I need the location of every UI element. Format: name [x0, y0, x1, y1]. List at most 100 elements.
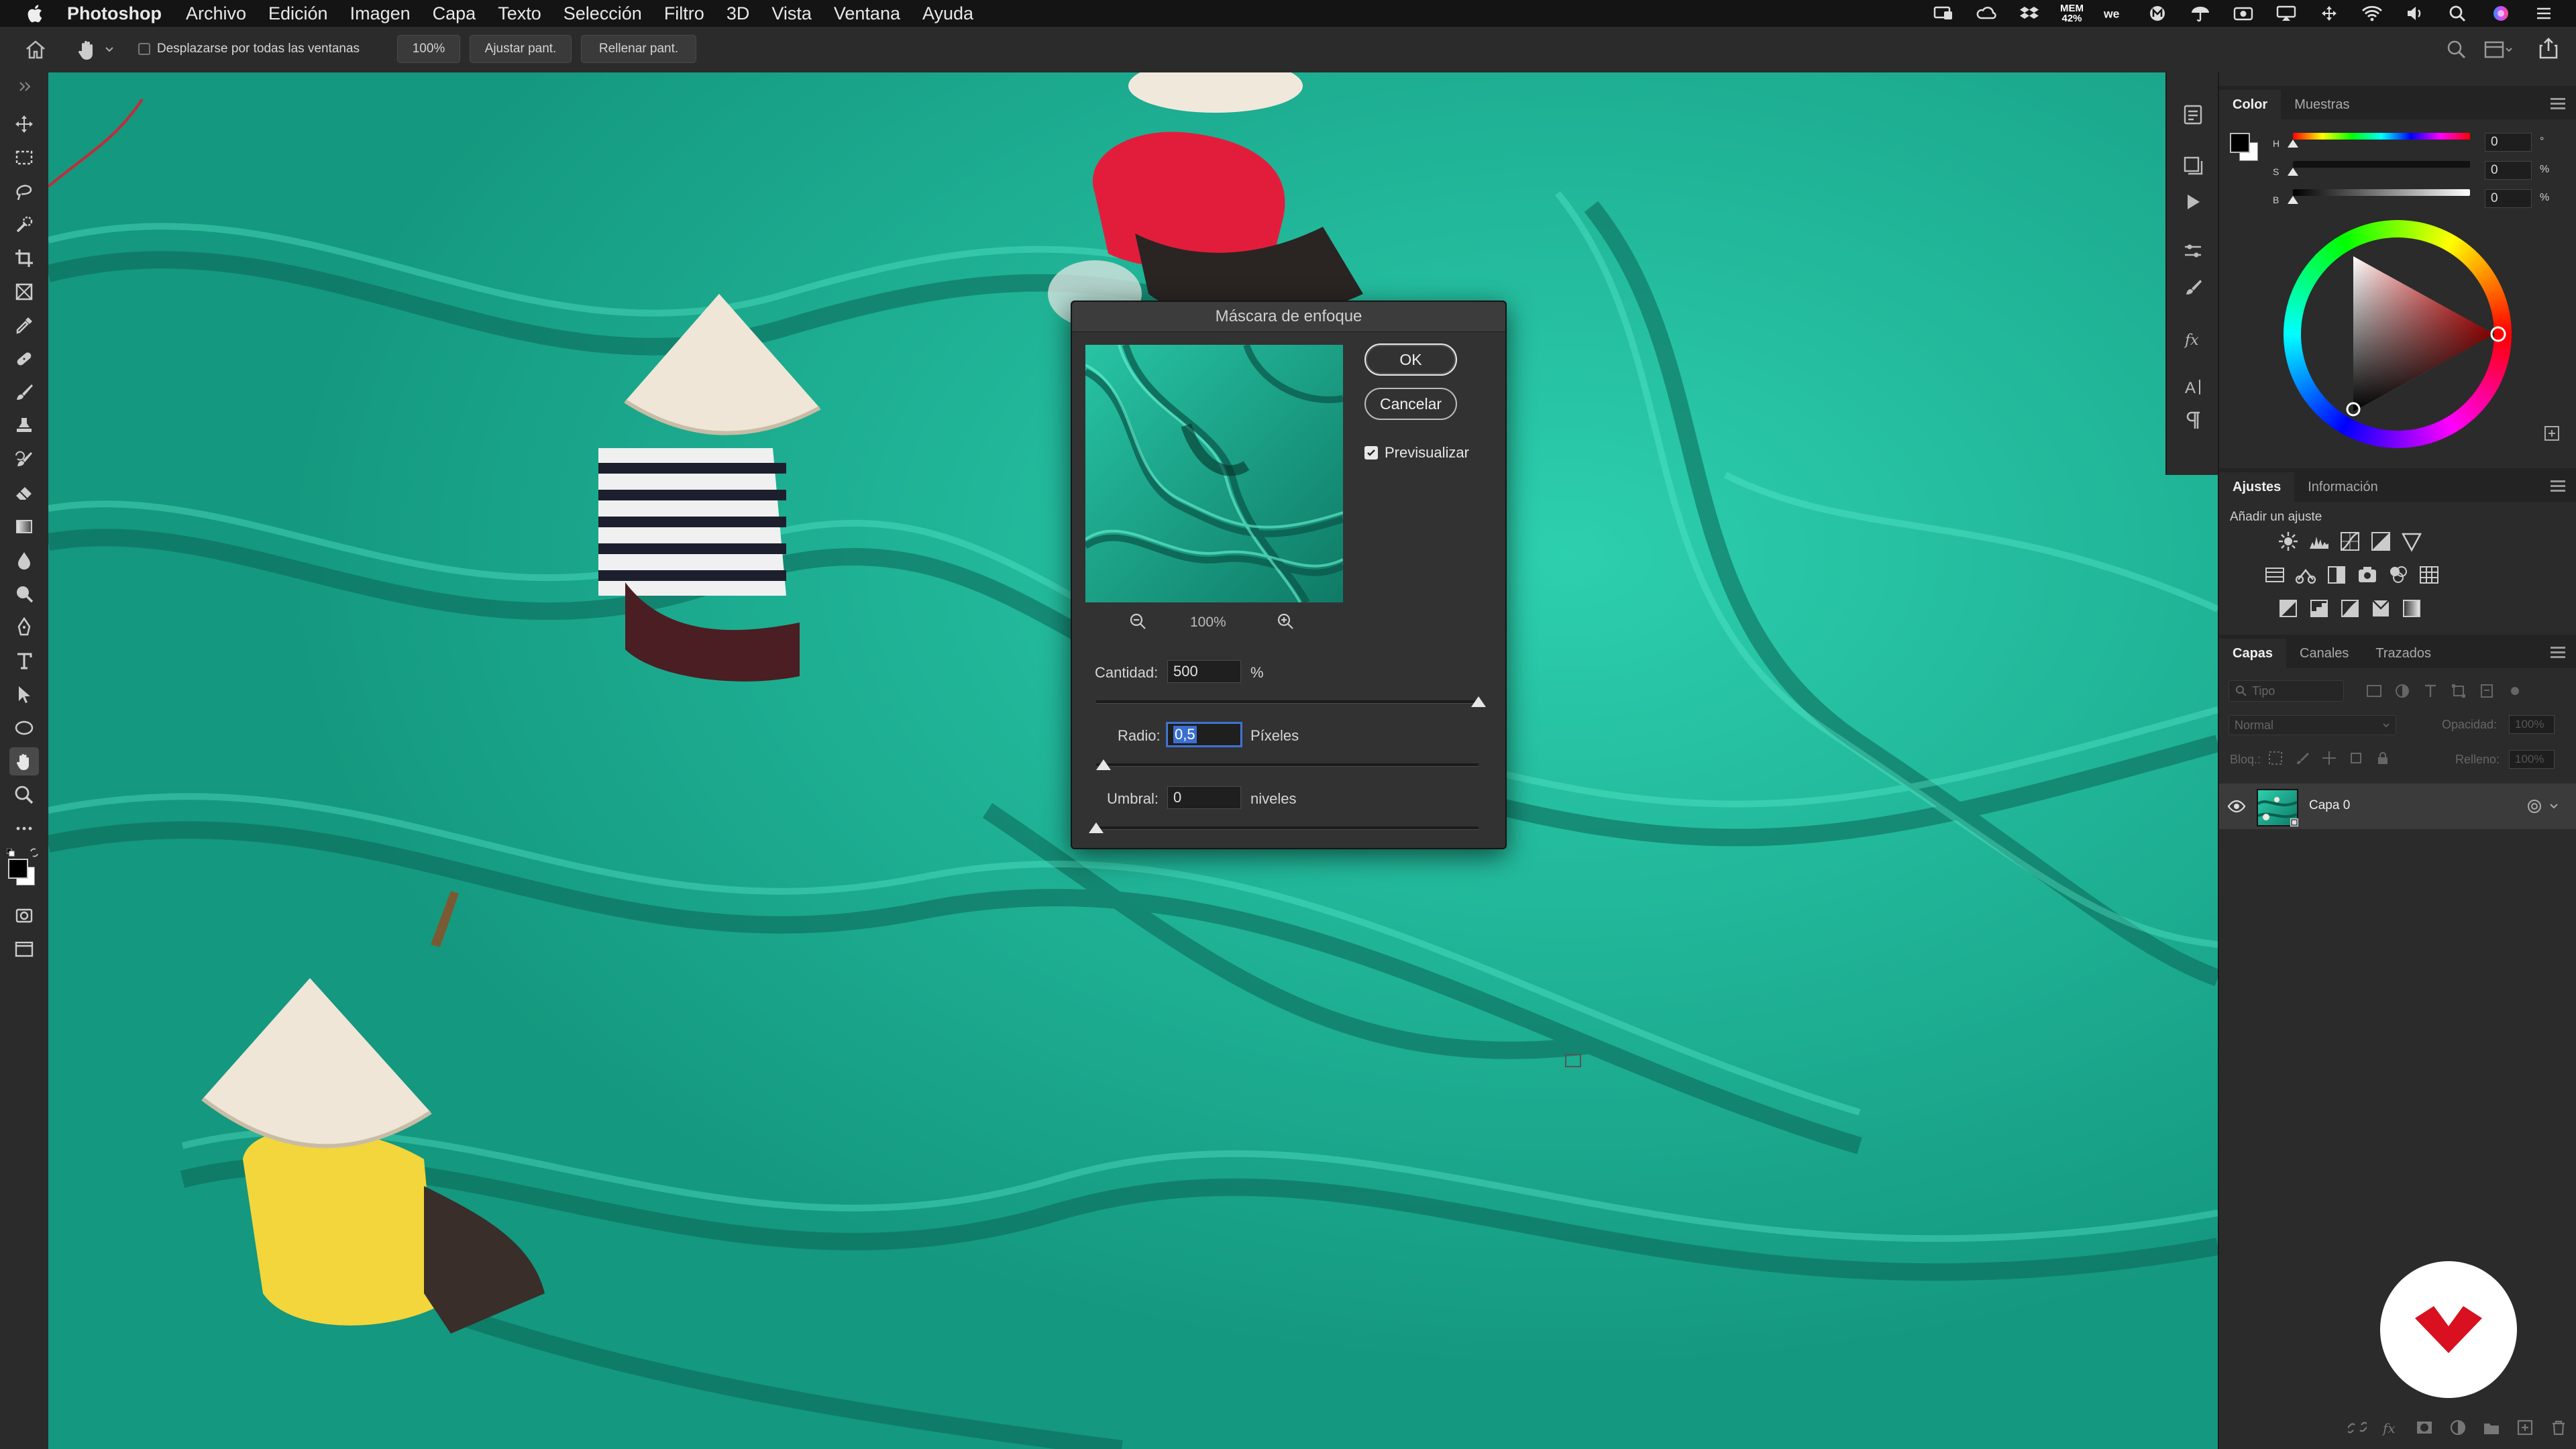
- eyedropper-tool-icon[interactable]: [9, 311, 39, 339]
- add-layer-style-icon[interactable]: fx: [2381, 1418, 2400, 1437]
- amount-slider[interactable]: [1096, 700, 1479, 704]
- layer-effects-indicator[interactable]: [2525, 797, 2567, 816]
- collapse-chevrons-icon[interactable]: [9, 72, 39, 101]
- black-white-icon[interactable]: [2325, 564, 2349, 588]
- pixel-filter-icon[interactable]: [2365, 682, 2383, 700]
- tab-capas[interactable]: Capas: [2219, 639, 2287, 668]
- hand-tool-icon[interactable]: [9, 747, 39, 775]
- styles-fx-icon[interactable]: fx: [2178, 323, 2208, 354]
- home-icon[interactable]: [24, 39, 47, 60]
- swap-colors-icon[interactable]: [30, 848, 39, 857]
- learn-panel-icon[interactable]: [2178, 99, 2208, 130]
- amount-slider-thumb[interactable]: [1471, 696, 1486, 707]
- menu-seleccion[interactable]: Selección: [564, 3, 642, 24]
- type-filter-icon[interactable]: [2422, 682, 2439, 700]
- quick-mask-icon[interactable]: [9, 902, 39, 930]
- selective-color-icon[interactable]: [2369, 597, 2394, 621]
- foreground-color-swatch[interactable]: [2230, 133, 2250, 153]
- menu-ventana[interactable]: Ventana: [834, 3, 900, 24]
- menu-3d[interactable]: 3D: [727, 3, 750, 24]
- wetransfer-icon[interactable]: we: [2102, 5, 2127, 21]
- new-layer-icon[interactable]: [2516, 1418, 2534, 1437]
- saturation-slider[interactable]: [2293, 161, 2470, 168]
- vibrance-icon[interactable]: [2400, 530, 2424, 554]
- tab-ajustes[interactable]: Ajustes: [2219, 472, 2295, 502]
- link-layers-icon[interactable]: [2348, 1418, 2367, 1437]
- pen-tool-icon[interactable]: [9, 613, 39, 641]
- posterize-icon[interactable]: [2308, 597, 2332, 621]
- checkbox-checked[interactable]: [1364, 446, 1378, 460]
- ok-button[interactable]: OK: [1364, 343, 1457, 376]
- fit-screen-button[interactable]: Ajustar pant.: [470, 35, 572, 63]
- eraser-tool-icon[interactable]: [9, 479, 39, 507]
- brightness-value[interactable]: 0: [2485, 189, 2532, 208]
- menu-vista[interactable]: Vista: [771, 3, 812, 24]
- volume-icon[interactable]: [2403, 5, 2427, 21]
- menu-ayuda[interactable]: Ayuda: [922, 3, 973, 24]
- layer-filter-select[interactable]: Tipo: [2229, 680, 2344, 702]
- memory-indicator[interactable]: MEM 42%: [2060, 3, 2084, 23]
- checkbox-box[interactable]: [138, 43, 150, 55]
- clone-stamp-tool-icon[interactable]: [9, 412, 39, 440]
- menu-texto[interactable]: Texto: [498, 3, 541, 24]
- fill-field[interactable]: 100%: [2509, 750, 2555, 769]
- exposure-icon[interactable]: [2369, 530, 2394, 554]
- lock-transparent-icon[interactable]: [2267, 750, 2284, 766]
- fill-screen-button[interactable]: Rellenar pant.: [581, 35, 696, 63]
- delete-layer-icon[interactable]: [2549, 1418, 2568, 1437]
- filter-toggle-icon[interactable]: [2506, 682, 2524, 700]
- creative-cloud-icon[interactable]: [1974, 5, 1998, 21]
- smart-object-filter-icon[interactable]: [2478, 682, 2496, 700]
- levels-icon[interactable]: [2308, 530, 2332, 554]
- adjustment-filter-icon[interactable]: [2394, 682, 2411, 700]
- properties-panel-icon[interactable]: [2178, 236, 2208, 267]
- color-lookup-icon[interactable]: [2418, 564, 2442, 588]
- new-group-icon[interactable]: [2482, 1418, 2501, 1437]
- brush-tool-icon[interactable]: [9, 378, 39, 407]
- brightness-contrast-icon[interactable]: [2277, 530, 2301, 554]
- color-triangle[interactable]: [2284, 220, 2512, 448]
- menu-archivo[interactable]: Archivo: [186, 3, 246, 24]
- zoom-in-icon[interactable]: [1276, 612, 1295, 635]
- hue-slider-thumb[interactable]: [2288, 140, 2298, 148]
- brightness-slider-thumb[interactable]: [2288, 196, 2298, 204]
- menu-imagen[interactable]: Imagen: [350, 3, 411, 24]
- crop-tool-icon[interactable]: [9, 244, 39, 272]
- zoom-out-icon[interactable]: [1128, 612, 1147, 635]
- channel-mixer-icon[interactable]: [2387, 564, 2411, 588]
- blend-mode-select[interactable]: Normal: [2229, 715, 2396, 735]
- hand-tool-preset-icon[interactable]: [75, 38, 114, 62]
- search-icon[interactable]: [2446, 39, 2467, 60]
- more-tools-icon[interactable]: [9, 814, 39, 843]
- gradient-tool-icon[interactable]: [9, 513, 39, 541]
- dialog-title[interactable]: Máscara de enfoque: [1072, 302, 1505, 332]
- spotlight-search-icon[interactable]: [2446, 5, 2470, 22]
- display-icon[interactable]: [1931, 5, 1955, 21]
- threshold-field[interactable]: 0: [1167, 786, 1241, 809]
- marquee-tool-icon[interactable]: [9, 144, 39, 172]
- ellipse-tool-icon[interactable]: [9, 714, 39, 742]
- saturation-slider-thumb[interactable]: [2288, 168, 2298, 176]
- color-balance-icon[interactable]: [2294, 564, 2318, 588]
- tab-muestras[interactable]: Muestras: [2281, 90, 2363, 119]
- blur-tool-icon[interactable]: [9, 546, 39, 574]
- move-tool-icon[interactable]: [9, 110, 39, 138]
- cancel-button[interactable]: Cancelar: [1364, 388, 1457, 420]
- fg-bg-swatch[interactable]: [2230, 133, 2258, 161]
- camera-icon[interactable]: [2231, 5, 2255, 21]
- umbrella-icon[interactable]: [2188, 5, 2212, 22]
- tab-canales[interactable]: Canales: [2286, 639, 2362, 668]
- healing-brush-tool-icon[interactable]: [9, 345, 39, 373]
- hue-saturation-icon[interactable]: [2263, 564, 2288, 588]
- lock-all-icon[interactable]: [2375, 750, 2391, 766]
- type-tool-icon[interactable]: [9, 647, 39, 675]
- gradient-map-icon[interactable]: [2400, 597, 2424, 621]
- layer-thumbnail[interactable]: [2257, 789, 2298, 826]
- threshold-slider-thumb[interactable]: [1089, 822, 1104, 833]
- history-brush-tool-icon[interactable]: [9, 445, 39, 474]
- invert-icon[interactable]: [2277, 597, 2301, 621]
- eye-icon[interactable]: [2227, 797, 2246, 816]
- wifi-icon[interactable]: [2360, 5, 2384, 21]
- panel-menu-icon[interactable]: [2551, 478, 2565, 494]
- foreground-color-swatch[interactable]: [8, 859, 28, 879]
